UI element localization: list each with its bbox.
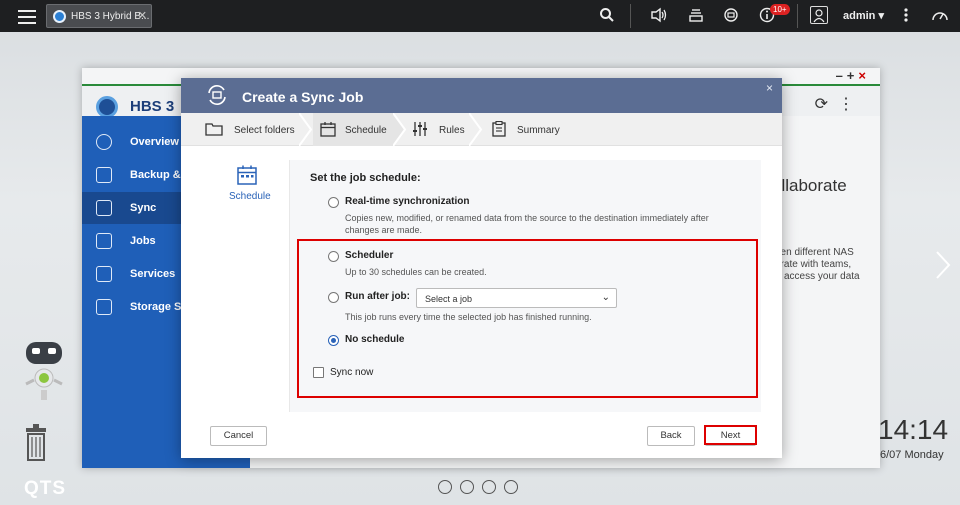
- step-arrow-icon: [299, 113, 313, 146]
- sidebar-item-label: Overview: [130, 136, 179, 148]
- step-schedule: Schedule: [313, 113, 395, 146]
- overview-icon: [96, 134, 112, 150]
- content-line: orate with teams,: [775, 259, 852, 270]
- step-arrow-icon: [393, 113, 407, 146]
- more-icon[interactable]: ⋮: [838, 94, 854, 114]
- sidebar-item-label: Services: [130, 268, 176, 280]
- app-tab-hbs[interactable]: HBS 3 Hybrid B... ✕: [46, 4, 152, 28]
- taskbar: HBS 3 Hybrid B... ✕ 10+ admin ▾: [0, 0, 960, 32]
- step-summary: Summary: [490, 113, 580, 146]
- content-line: een different NAS: [775, 247, 854, 258]
- wizard-steps: Select folders Schedule Rules Summary: [181, 113, 782, 146]
- desktop-clock: 14:14: [878, 414, 949, 445]
- volume-icon[interactable]: [649, 7, 669, 25]
- sidebar-item-label: Storage Sp: [130, 301, 189, 313]
- sync-job-icon: [208, 85, 226, 105]
- sidebar-item-label: Sync: [130, 202, 157, 214]
- step-select-folders: Select folders: [205, 113, 305, 146]
- dock-app-icon[interactable]: [438, 480, 452, 494]
- calendar-icon: [320, 122, 336, 137]
- dashboard-icon[interactable]: [930, 7, 950, 25]
- user-icon: [810, 6, 828, 24]
- next-page-chevron-icon[interactable]: [934, 250, 952, 280]
- hbs-app-icon: [53, 10, 66, 23]
- sliders-icon: [413, 122, 427, 136]
- left-panel-label: Schedule: [229, 191, 271, 202]
- trash-icon[interactable]: [20, 422, 52, 462]
- dialog-header: Create a Sync Job ×: [181, 78, 782, 113]
- user-name: admin ▾: [843, 10, 884, 22]
- highlight-box: [297, 239, 758, 398]
- more-options-icon[interactable]: [896, 7, 916, 25]
- jobs-icon: [96, 233, 112, 249]
- external-devices-icon[interactable]: [721, 7, 741, 25]
- dock-app-icon[interactable]: [460, 480, 474, 494]
- realtime-description: Copies new, modified, or renamed data fr…: [345, 213, 709, 235]
- cancel-button[interactable]: Cancel: [210, 426, 267, 446]
- hbs-logo-icon: [96, 96, 118, 118]
- window-controls[interactable]: –+×: [836, 68, 870, 83]
- step-label: Schedule: [345, 125, 387, 136]
- dialog-close-icon[interactable]: ×: [766, 81, 773, 95]
- step-arrow-icon: [469, 113, 483, 146]
- refresh-icon[interactable]: ⟳: [815, 94, 828, 114]
- back-button[interactable]: Back: [647, 426, 695, 446]
- realtime-label: Real-time synchronization: [345, 196, 470, 207]
- schedule-calendar-icon: [237, 165, 257, 185]
- realtime-radio[interactable]: [328, 197, 339, 208]
- storage-icon: [96, 299, 112, 315]
- backup-icon: [96, 167, 112, 183]
- highlight-next-button: [704, 425, 757, 445]
- taskbar-divider: [630, 4, 631, 28]
- services-icon: [96, 266, 112, 282]
- section-title: Set the job schedule:: [310, 172, 421, 184]
- desktop-date: 6/07 Monday: [880, 449, 944, 461]
- dock: [438, 480, 526, 496]
- content-heading: ollaborate: [772, 176, 847, 195]
- search-icon[interactable]: [597, 7, 617, 25]
- notification-badge: 10+: [770, 4, 790, 15]
- helpdesk-robot-icon[interactable]: [18, 338, 70, 404]
- dialog-title: Create a Sync Job: [242, 89, 364, 105]
- content-line: access your data: [784, 271, 860, 282]
- dock-app-icon[interactable]: [504, 480, 518, 494]
- window-close-icon[interactable]: ×: [858, 68, 870, 83]
- taskbar-divider: [797, 4, 798, 28]
- step-rules: Rules: [411, 113, 475, 146]
- main-menu-icon[interactable]: [16, 6, 38, 26]
- folder-sync-icon: [205, 123, 223, 136]
- step-label: Rules: [439, 125, 465, 136]
- step-label: Summary: [517, 125, 560, 136]
- hbs-title: HBS 3: [130, 98, 175, 115]
- tab-close-icon[interactable]: ✕: [138, 9, 147, 22]
- qts-logo: QTS: [24, 478, 67, 499]
- background-tasks-icon[interactable]: [686, 7, 706, 25]
- step-label: Select folders: [234, 125, 295, 136]
- sidebar-item-label: Jobs: [130, 235, 156, 247]
- clipboard-icon: [492, 121, 506, 137]
- dock-app-icon[interactable]: [482, 480, 496, 494]
- sync-icon: [96, 200, 112, 216]
